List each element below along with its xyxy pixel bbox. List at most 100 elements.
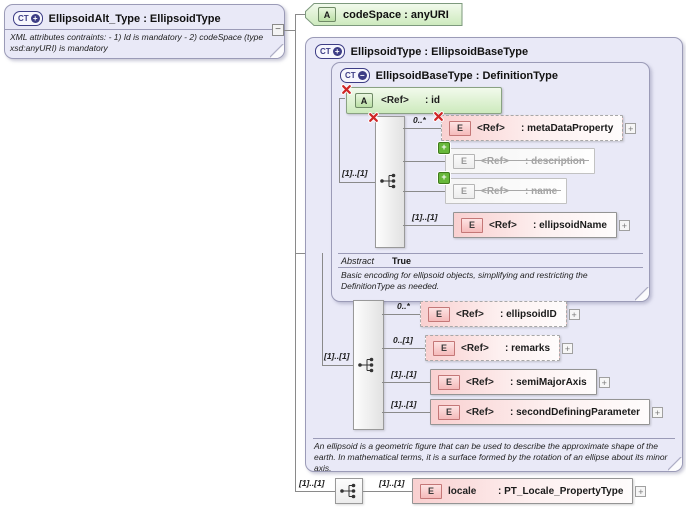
expand-icon[interactable]: + bbox=[618, 219, 630, 231]
complex-type-icon: CT − bbox=[340, 68, 370, 83]
expand-icon[interactable]: + bbox=[625, 122, 637, 134]
abstract-row: Abstract True bbox=[341, 256, 411, 266]
element-icon: E bbox=[438, 374, 460, 390]
element-metadataproperty[interactable]: E <Ref> : metaDataProperty + bbox=[441, 115, 637, 141]
occurrence-label: [1]..[1] bbox=[412, 212, 438, 222]
element-locale[interactable]: E locale : PT_Locale_PropertyType + bbox=[412, 478, 647, 504]
schema-diagram: CT + EllipsoidAlt_Type : EllipsoidType X… bbox=[0, 0, 686, 511]
element-name-row[interactable]: E <Ref> : name bbox=[445, 178, 568, 204]
element-seconddefiningparameter[interactable]: E <Ref> : secondDefiningParameter + bbox=[430, 399, 664, 425]
occurrence-label: [1]..[1] bbox=[391, 369, 417, 379]
divider bbox=[338, 267, 643, 268]
sequence-icon bbox=[340, 483, 356, 499]
expand-icon[interactable]: + bbox=[568, 308, 580, 320]
attribute-ref: <Ref> bbox=[381, 95, 409, 106]
occurrence-label: 0..* bbox=[397, 301, 410, 311]
add-icon[interactable]: + bbox=[438, 142, 450, 154]
abstract-label: Abstract bbox=[341, 256, 375, 266]
occurrence-label: [1]..[1] bbox=[299, 478, 325, 488]
attribute-content: A codeSpace : anyURI bbox=[318, 3, 449, 26]
remove-icon[interactable] bbox=[433, 109, 444, 122]
sequence-icon bbox=[379, 172, 399, 195]
connector-line bbox=[363, 491, 412, 492]
element-icon: E bbox=[433, 340, 455, 356]
connector-line bbox=[403, 191, 445, 192]
element-description[interactable]: E <Ref> : description bbox=[445, 148, 596, 174]
attribute-icon: A bbox=[318, 7, 336, 22]
sequence-icon bbox=[357, 356, 377, 379]
occurrence-label: 0..* bbox=[413, 115, 426, 125]
element-name: : description bbox=[525, 155, 586, 167]
element-ellipsoidname[interactable]: E <Ref> : ellipsoidName + bbox=[453, 212, 630, 238]
element-icon: E bbox=[438, 404, 460, 420]
expand-icon[interactable]: + bbox=[598, 376, 610, 388]
occurrence-label: [1]..[1] bbox=[324, 351, 350, 361]
connector-line bbox=[339, 98, 340, 182]
element-icon: E bbox=[453, 153, 475, 169]
connector-line bbox=[382, 382, 430, 383]
element-name: : remarks bbox=[505, 342, 551, 354]
element-name: : metaDataProperty bbox=[521, 122, 614, 134]
collapse-icon[interactable]: − bbox=[357, 71, 367, 80]
attribute-label: codeSpace : anyURI bbox=[343, 8, 449, 21]
root-type-title-row: CT + EllipsoidAlt_Type : EllipsoidType bbox=[13, 11, 221, 26]
root-type-box: CT + EllipsoidAlt_Type : EllipsoidType X… bbox=[4, 4, 285, 59]
add-icon[interactable]: + bbox=[438, 172, 450, 184]
expand-icon[interactable]: + bbox=[562, 342, 574, 354]
element-ref: <Ref> bbox=[456, 308, 484, 320]
connector-line bbox=[382, 314, 420, 315]
element-name: : secondDefiningParameter bbox=[510, 406, 641, 418]
connector-line bbox=[339, 182, 375, 183]
divider bbox=[313, 438, 675, 439]
element-icon: E bbox=[461, 217, 483, 233]
occurrence-label: 0..[1] bbox=[393, 335, 413, 345]
connector-line bbox=[322, 365, 353, 366]
element-ref: <Ref> bbox=[466, 376, 494, 388]
element-name: : ellipsoidName bbox=[533, 219, 607, 231]
ellipsoidbasetype-title: EllipsoidBaseType : DefinitionType bbox=[375, 69, 559, 82]
expand-icon[interactable]: + bbox=[652, 406, 664, 418]
element-ref: <Ref> bbox=[461, 342, 489, 354]
complex-type-icon: CT + bbox=[13, 11, 43, 26]
attribute-name: : id bbox=[425, 95, 440, 106]
element-ellipsoidid[interactable]: E <Ref> : ellipsoidID + bbox=[420, 301, 580, 327]
sequence-compositor[interactable] bbox=[335, 478, 363, 504]
connector-line bbox=[403, 225, 453, 226]
expand-icon[interactable]: + bbox=[635, 485, 647, 497]
element-ref: <Ref> bbox=[477, 122, 505, 134]
element-icon: E bbox=[428, 306, 450, 322]
connector-line bbox=[403, 128, 441, 129]
connector-line bbox=[295, 491, 335, 492]
connector-line bbox=[382, 348, 425, 349]
connector-line bbox=[382, 412, 430, 413]
occurrence-label: [1]..[1] bbox=[379, 478, 405, 488]
collapse-toggle-icon[interactable]: − bbox=[272, 24, 284, 36]
ellipsoidtype-title-row: CT + EllipsoidType : EllipsoidBaseType bbox=[315, 44, 528, 59]
remove-icon[interactable] bbox=[341, 82, 352, 95]
complex-type-letters: CT bbox=[18, 14, 29, 23]
complex-type-letters: CT bbox=[345, 71, 356, 80]
connector-line bbox=[284, 30, 295, 31]
root-constraints-note: XML attributes contraints: - 1) Id is ma… bbox=[10, 32, 264, 53]
occurrence-label: [1]..[1] bbox=[391, 399, 417, 409]
ellipsoidtype-title: EllipsoidType : EllipsoidBaseType bbox=[350, 45, 529, 58]
element-remarks[interactable]: E <Ref> : remarks + bbox=[425, 335, 574, 361]
element-name: : semiMajorAxis bbox=[510, 376, 587, 388]
element-ref: <Ref> bbox=[481, 155, 509, 167]
expand-icon[interactable]: + bbox=[332, 47, 342, 56]
element-semimajoraxis[interactable]: E <Ref> : semiMajorAxis + bbox=[430, 369, 610, 395]
complex-type-letters: CT bbox=[320, 47, 331, 56]
root-type-title: EllipsoidAlt_Type : EllipsoidType bbox=[48, 12, 221, 25]
occurrence-label: [1]..[1] bbox=[342, 168, 368, 178]
expand-icon[interactable]: + bbox=[30, 14, 40, 23]
ellipsoidbasetype-title-row: CT − EllipsoidBaseType : DefinitionType bbox=[340, 68, 558, 83]
divider bbox=[338, 253, 643, 254]
element-icon: E bbox=[453, 183, 475, 199]
element-icon: E bbox=[420, 483, 442, 499]
abstract-value: True bbox=[392, 256, 412, 266]
element-ref: <Ref> bbox=[466, 406, 494, 418]
complex-type-icon: CT + bbox=[315, 44, 345, 59]
attribute-codespace[interactable]: A codeSpace : anyURI bbox=[305, 3, 463, 26]
element-name: : name bbox=[525, 185, 558, 197]
remove-icon[interactable] bbox=[368, 110, 379, 123]
